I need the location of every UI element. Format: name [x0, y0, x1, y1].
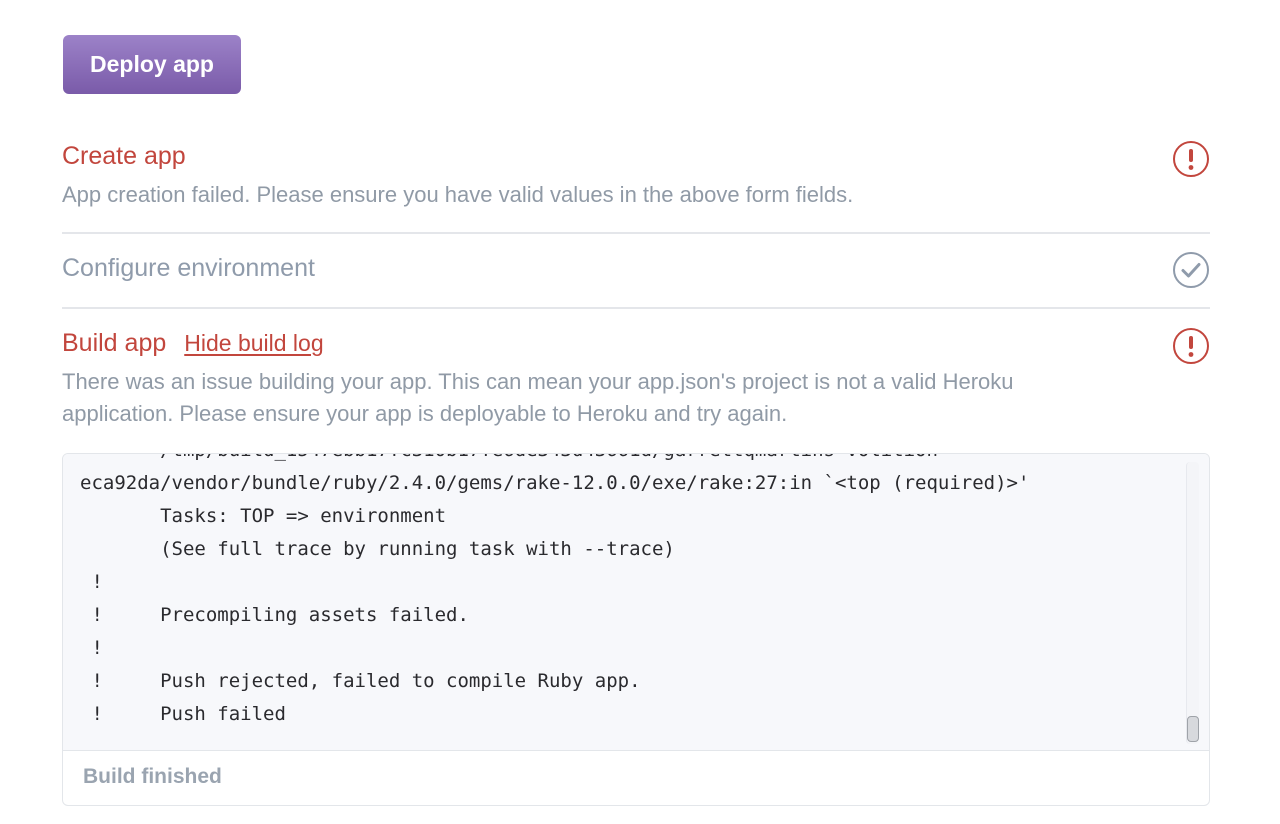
log-scrollbar-track[interactable] — [1186, 462, 1199, 744]
exclamation-circle-icon — [1173, 328, 1209, 364]
step-build-app: Build app Hide build log There was an iss… — [62, 328, 1210, 430]
log-line: ! Precompiling assets failed. — [80, 604, 469, 626]
log-line: eca92da/vendor/bundle/ruby/2.4.0/gems/ra… — [80, 472, 1030, 494]
build-log-footer: Build finished — [63, 750, 1209, 805]
step-configure-environment: Configure environment — [62, 252, 1210, 288]
deploy-app-button[interactable]: Deploy app — [63, 35, 241, 94]
check-circle-icon — [1173, 252, 1209, 288]
build-log-text: /tmp/build_1547ebb17?c310b17?e6de343d436… — [80, 454, 1029, 731]
log-scrollbar-thumb[interactable] — [1187, 716, 1199, 742]
log-line: ! Push failed — [80, 703, 286, 725]
step-description-create-app: App creation failed. Please ensure you h… — [62, 182, 854, 207]
step-description-build-app: There was an issue building your app. Th… — [62, 366, 1210, 430]
step-title-create-app: Create app — [62, 142, 186, 170]
step-divider — [62, 232, 1210, 234]
step-title-build-app: Build app Hide build log — [62, 328, 1210, 358]
step-create-app: Create app App creation failed. Please e… — [62, 141, 1210, 211]
hide-build-log-link[interactable]: Hide build log — [184, 330, 323, 356]
log-line: (See full trace by running task with --t… — [80, 538, 675, 560]
log-line: ! Push rejected, failed to compile Ruby … — [80, 670, 641, 692]
log-line: ! — [80, 571, 103, 593]
log-line: /tmp/build_1547ebb17?c310b17?e6de343d436… — [80, 454, 1029, 467]
log-line: Tasks: TOP => environment — [80, 505, 447, 527]
exclamation-circle-icon — [1173, 141, 1209, 177]
step-description-line: There was an issue building your app. Th… — [62, 369, 1014, 394]
step-title-build-app-label: Build app — [62, 329, 167, 357]
step-description-line: application. Please ensure your app is d… — [62, 401, 788, 426]
log-line: ! — [80, 637, 103, 659]
build-log-output[interactable]: /tmp/build_1547ebb17?c310b17?e6de343d436… — [63, 454, 1209, 750]
step-divider — [62, 307, 1210, 309]
build-status-text: Build finished — [83, 765, 222, 788]
build-log: /tmp/build_1547ebb17?c310b17?e6de343d436… — [62, 453, 1210, 806]
step-title-configure-environment: Configure environment — [62, 254, 315, 282]
